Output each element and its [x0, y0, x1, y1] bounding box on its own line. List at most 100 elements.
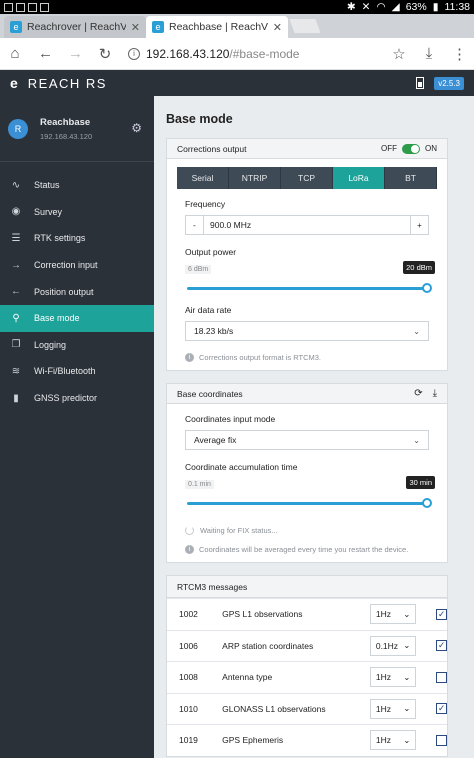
tab-lora[interactable]: LoRa	[333, 167, 385, 189]
sliders-icon: ☰	[11, 232, 21, 244]
sidebar-menu: ∿ Status ◉ Survey ☰ RTK settings → Correctio…	[0, 172, 154, 411]
slider-track[interactable]	[187, 287, 427, 290]
hint-text: Corrections output format is RTCM3.	[199, 353, 321, 362]
reload-icon[interactable]: ↻	[98, 45, 112, 63]
message-checkbox[interactable]: ✓	[436, 640, 447, 652]
sidebar-item-label: Correction input	[34, 260, 98, 271]
sidebar-item-label: GNSS predictor	[34, 393, 98, 404]
sidebar-item-status[interactable]: ∿ Status	[0, 172, 154, 199]
sidebar-item-wifi-bluetooth[interactable]: ≋ Wi-Fi/Bluetooth	[0, 358, 154, 385]
rate-select[interactable]: 1Hz ⌄	[369, 730, 417, 751]
decrement-button[interactable]: -	[186, 216, 203, 234]
chevron-down-icon: ⌄	[403, 734, 411, 745]
notification-icon	[28, 2, 37, 12]
chevron-down-icon: ⌄	[403, 703, 411, 714]
bookmark-star-icon[interactable]: ☆	[392, 45, 406, 63]
gear-icon[interactable]: ⚙	[131, 121, 142, 135]
download-icon[interactable]: ⤓	[433, 388, 437, 399]
sidebar-item-correction-input[interactable]: → Correction input	[0, 252, 154, 279]
device-ip: 192.168.43.120	[40, 131, 93, 141]
download-icon[interactable]: ⤓	[422, 45, 436, 62]
tab-tcp[interactable]: TCP	[281, 167, 333, 189]
browser-tab-reachbase[interactable]: e Reachbase | ReachView ✕	[146, 16, 288, 38]
coordinates-mode-select[interactable]: Average fix ⌄	[185, 430, 429, 450]
sidebar-item-gnss-predictor[interactable]: ▮ GNSS predictor	[0, 385, 154, 412]
close-tab-icon[interactable]: ✕	[131, 21, 140, 34]
rate-select[interactable]: 1Hz ⌄	[369, 698, 417, 719]
message-name: GLONASS L1 observations	[222, 703, 326, 714]
rate-select[interactable]: 1Hz ⌄	[369, 604, 417, 625]
message-code: 1006	[179, 640, 198, 651]
table-row: 1008 Antenna type 1Hz ⌄	[167, 661, 447, 693]
message-checkbox[interactable]	[436, 734, 447, 746]
spinner-icon	[185, 526, 194, 535]
message-name: ARP station coordinates	[222, 640, 314, 651]
more-menu-icon[interactable]: ⋮	[452, 45, 467, 63]
notification-icon	[16, 2, 25, 12]
rate-select[interactable]: 1Hz ⌄	[369, 667, 417, 688]
corrections-hint: i Corrections output format is RTCM3.	[185, 353, 429, 362]
accumulation-time-slider[interactable]: 0.1 min 30 min	[185, 476, 435, 516]
card-title: Corrections output	[177, 143, 247, 154]
copy-icon: ❐	[11, 339, 21, 351]
accumulation-time-label: Coordinate accumulation time	[185, 462, 298, 472]
main-content: Base mode Corrections output OFF ON Seri…	[154, 96, 474, 758]
base-coordinates-card: Base coordinates ⟳ ⤓ Coordinates input m…	[166, 383, 448, 563]
sidebar: R Reachbase 192.168.43.120 ⚙ ∿ Status ◉ Su…	[0, 96, 154, 758]
message-code: 1008	[179, 672, 198, 683]
sidebar-item-position-output[interactable]: ← Position output	[0, 278, 154, 305]
bluetooth-icon: ✱	[346, 1, 356, 13]
card-title: RTCM3 messages	[177, 581, 248, 592]
site-info-icon[interactable]: i	[128, 47, 140, 60]
output-power-slider[interactable]: 6 dBm 20 dBm	[185, 261, 435, 301]
back-icon[interactable]: ←	[38, 45, 53, 62]
slider-track[interactable]	[187, 502, 427, 505]
tab-bt[interactable]: BT	[385, 167, 437, 189]
corrections-output-toggle[interactable]	[402, 143, 420, 154]
sidebar-item-survey[interactable]: ◉ Survey	[0, 199, 154, 226]
forward-icon[interactable]: →	[68, 45, 83, 62]
rate-select[interactable]: 0.1Hz ⌄	[369, 635, 417, 656]
frequency-input[interactable]: 900.0 MHz	[203, 216, 411, 234]
refresh-icon[interactable]: ⟳	[414, 388, 422, 399]
reach-favicon: e	[152, 21, 164, 33]
notification-icons	[4, 2, 49, 12]
air-rate-select[interactable]: 18.23 kb/s ⌄	[185, 321, 429, 341]
close-tab-icon[interactable]: ✕	[273, 21, 282, 34]
card-header: RTCM3 messages	[167, 576, 447, 598]
card-header: Base coordinates ⟳ ⤓	[167, 384, 447, 404]
sidebar-item-base-mode[interactable]: ⚲ Base mode	[0, 304, 154, 332]
slider-handle[interactable]	[422, 283, 432, 293]
increment-button[interactable]: +	[411, 216, 428, 234]
url-path: /#base-mode	[229, 46, 300, 61]
sidebar-item-label: Base mode	[34, 313, 80, 324]
corrections-output-card: Corrections output OFF ON Serial NTRIP T…	[166, 138, 448, 371]
message-name: GPS L1 observations	[222, 609, 303, 620]
slider-min-label: 0.1 min	[185, 480, 214, 489]
message-name: Antenna type	[222, 672, 273, 683]
browser-tab-reachrover[interactable]: e Reachrover | ReachView ✕	[4, 16, 146, 38]
message-checkbox[interactable]: ✓	[436, 608, 447, 620]
new-tab-button[interactable]	[289, 19, 321, 33]
chevron-down-icon: ⌄	[403, 671, 411, 682]
emlid-logo-icon: e	[10, 75, 18, 91]
tab-ntrip[interactable]: NTRIP	[229, 167, 281, 189]
frequency-stepper: - 900.0 MHz +	[185, 215, 429, 235]
tab-serial[interactable]: Serial	[177, 167, 229, 189]
sidebar-item-label: Position output	[34, 286, 94, 297]
message-checkbox[interactable]	[436, 671, 447, 683]
slider-min-label: 6 dBm	[185, 265, 212, 274]
sidebar-item-rtk-settings[interactable]: ☰ RTK settings	[0, 225, 154, 252]
slider-value-tooltip: 30 min	[406, 476, 435, 489]
slider-handle[interactable]	[422, 498, 432, 508]
home-icon[interactable]: ⌂	[8, 45, 22, 62]
mute-icon: ✕	[361, 1, 371, 13]
notification-icon	[40, 2, 49, 12]
clock: 11:38	[444, 1, 471, 13]
rtcm3-messages-card: RTCM3 messages 1002 GPS L1 observations …	[166, 575, 448, 757]
app-brand: REACH RS	[27, 75, 107, 91]
select-value: Average fix	[194, 435, 237, 445]
address-bar[interactable]: i 192.168.43.120/#base-mode	[128, 47, 376, 61]
message-checkbox[interactable]: ✓	[436, 703, 447, 715]
sidebar-item-logging[interactable]: ❐ Logging	[0, 332, 154, 359]
